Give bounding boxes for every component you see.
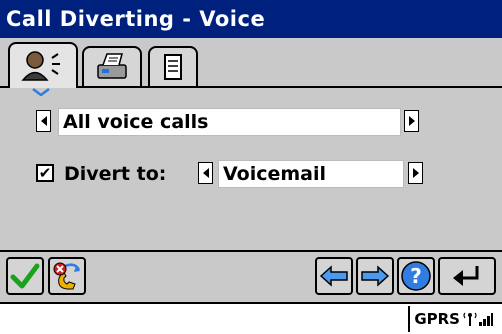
next-option-arrow[interactable] xyxy=(404,110,419,132)
tab-strip xyxy=(0,38,502,96)
ok-button[interactable] xyxy=(6,257,44,295)
tab-notes[interactable] xyxy=(148,46,198,86)
active-tab-indicator xyxy=(32,88,50,96)
checkmark-icon xyxy=(10,263,40,289)
person-speaking-icon xyxy=(21,51,60,81)
divert-condition-value[interactable]: All voice calls xyxy=(58,108,401,136)
divert-condition-dropdown[interactable]: All voice calls xyxy=(36,108,419,136)
page-title: Call Diverting - Voice xyxy=(6,7,266,31)
divert-target-value[interactable]: Voicemail xyxy=(218,160,404,188)
status-bar: GPRS xyxy=(0,302,502,334)
signal-strength-icon xyxy=(479,313,493,326)
back-button[interactable] xyxy=(315,257,353,295)
previous-option-arrow[interactable] xyxy=(36,110,51,132)
network-type-label: GPRS xyxy=(414,310,460,328)
svg-text:?: ? xyxy=(410,264,422,288)
divert-to-row: ✔ Divert to: Voicemail xyxy=(36,160,436,188)
forward-arrow-icon xyxy=(361,265,390,287)
divert-to-label: Divert to: xyxy=(64,163,167,185)
tab-voice[interactable] xyxy=(8,42,78,88)
back-arrow-icon xyxy=(319,265,348,287)
document-icon xyxy=(164,54,182,80)
divert-target-next-arrow[interactable] xyxy=(408,162,423,184)
network-status: GPRS xyxy=(408,306,498,332)
title-bar: Call Diverting - Voice xyxy=(0,0,502,38)
forward-button[interactable] xyxy=(356,257,394,295)
divert-to-checkbox[interactable]: ✔ xyxy=(36,164,54,182)
return-icon xyxy=(453,266,479,286)
tab-fax[interactable] xyxy=(82,46,142,86)
help-icon: ? xyxy=(401,261,431,291)
return-button[interactable] xyxy=(438,257,496,295)
fax-icon xyxy=(97,53,127,79)
cancel-divert-icon xyxy=(53,262,81,290)
call-diverting-screen: Call Diverting - Voice All voice calls ✔… xyxy=(0,0,502,334)
cancel-divert-button[interactable] xyxy=(48,257,86,295)
help-button[interactable]: ? xyxy=(397,257,435,295)
divert-target-previous-arrow[interactable] xyxy=(198,162,213,184)
command-toolbar: ? xyxy=(0,250,502,302)
antenna-icon xyxy=(463,312,477,326)
